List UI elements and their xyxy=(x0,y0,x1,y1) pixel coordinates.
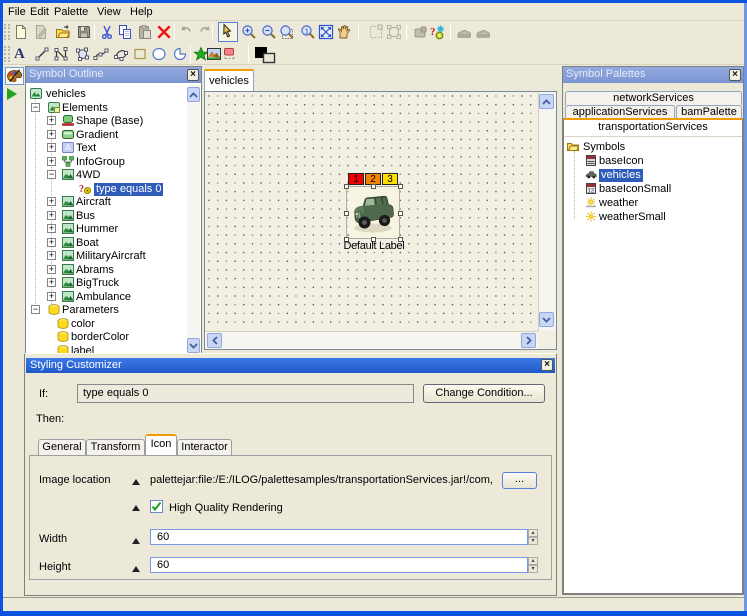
svg-text:1: 1 xyxy=(305,26,309,35)
svg-text:A: A xyxy=(65,143,71,153)
svg-text:?: ? xyxy=(79,184,84,194)
svg-text:?: ? xyxy=(430,26,436,38)
svg-text:12: 12 xyxy=(588,189,595,195)
